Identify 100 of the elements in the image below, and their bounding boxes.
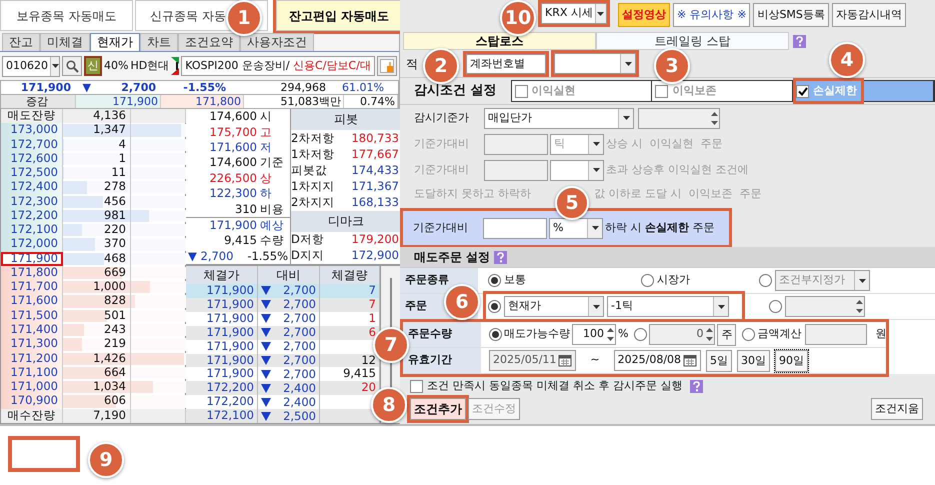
input-field[interactable]	[805, 324, 868, 345]
change-cell: 2,700	[283, 354, 316, 367]
amount-text: 51,083백만	[244, 95, 344, 108]
price-base-dropdown[interactable]: 현재가	[504, 296, 604, 317]
date-field[interactable]: 2025/08/08	[614, 350, 702, 371]
radio-button[interactable]	[488, 300, 501, 313]
section-title: 매도주문 설정	[414, 249, 490, 266]
spin-field[interactable]: 0	[649, 324, 716, 345]
price-caption: 시	[260, 110, 272, 124]
toolbar-button[interactable]: 자동감시내역	[832, 3, 906, 27]
price-cell: 171,900	[186, 354, 258, 368]
caret-icon	[592, 304, 600, 308]
caret-icon	[592, 168, 600, 172]
base-price-dropdown[interactable]: 매입단가	[484, 108, 634, 128]
volume-text: 294,968	[280, 81, 327, 94]
tab[interactable]: 잔고	[2, 33, 40, 51]
down-arrow: ▼	[82, 81, 92, 94]
price-text: 171,900	[76, 95, 161, 108]
caret-icon	[622, 116, 630, 120]
pivot-value: 168,133	[350, 196, 400, 210]
pivot-label: 1차지지	[291, 180, 336, 193]
price-value: 174,600	[209, 110, 257, 124]
calendar-icon	[558, 354, 572, 367]
checkbox[interactable]	[410, 380, 423, 393]
pivot-value: 172,900	[350, 249, 400, 262]
price-offset-dropdown[interactable]: -1틱	[607, 296, 729, 317]
radio-button[interactable]	[634, 328, 648, 341]
radio-label: 매도가능수량	[504, 326, 570, 342]
input-field[interactable]	[483, 218, 547, 238]
pivot-value: 177,667	[350, 148, 400, 161]
price-caption: 예상	[260, 219, 284, 232]
quantity-cell: 370	[63, 237, 131, 252]
bid-total: 7,190	[63, 408, 131, 423]
toolbar-button[interactable]: 비상SMS등록	[753, 3, 829, 27]
condition-text: 상승 시 이익실현 주문	[606, 136, 722, 152]
account-dropdown[interactable]	[554, 53, 636, 74]
tab[interactable]: 미체결	[40, 33, 90, 51]
row-label: 주문수량	[403, 322, 481, 347]
price-text: 171,800	[161, 95, 244, 108]
quantity-cell: 1,034	[63, 380, 131, 394]
checkbox-label: 이익보존	[672, 82, 716, 99]
date-field[interactable]: 2025/05/11	[489, 350, 576, 371]
help-icon[interactable]	[494, 250, 508, 264]
unit-button[interactable]: 주	[717, 324, 736, 346]
radio-button[interactable]	[641, 274, 654, 287]
section-header: 디마크	[291, 210, 401, 232]
row-label: 주문종류	[400, 268, 478, 293]
radio-button[interactable]	[759, 274, 772, 287]
radio-label: 보통	[504, 272, 526, 288]
preset-button[interactable]: 90일	[775, 350, 808, 372]
quantity-cell: 664	[63, 366, 131, 380]
search-button[interactable]	[62, 56, 82, 76]
market-dropdown[interactable]: KRX 시세	[541, 3, 607, 24]
spin-field[interactable]: 100	[572, 324, 616, 345]
radio-button[interactable]	[489, 328, 502, 341]
pivot-value: 180,733	[350, 132, 400, 145]
unit-dropdown[interactable]: %	[549, 218, 603, 238]
checkbox[interactable]	[796, 84, 810, 98]
expected-rate: -1.55%	[247, 250, 288, 263]
tab[interactable]: 사용자조건	[240, 33, 314, 51]
section-title: 감시조건 설정	[414, 82, 497, 100]
tab[interactable]: 차트	[140, 33, 178, 51]
price-cell: 171,200	[1, 352, 63, 366]
help-icon[interactable]	[793, 34, 806, 48]
tab[interactable]: 잔고편입 자동매도	[276, 0, 402, 31]
tab[interactable]: 보유종목 자동매도	[0, 0, 133, 31]
price-cell: 170,900	[1, 394, 63, 409]
price-cell: 172,100	[1, 223, 63, 238]
action-button[interactable]: 조건지움	[871, 398, 923, 420]
change-cell: 2,700	[283, 340, 316, 354]
condition-text: 도달하지 못하고 하락하	[414, 186, 531, 202]
radio-button[interactable]	[742, 328, 756, 341]
tab[interactable]: 트레일링 스탑	[596, 32, 789, 50]
ask-total: 4,136	[63, 109, 131, 124]
price-cell: 172,100	[186, 409, 258, 424]
spin-field[interactable]	[638, 108, 720, 128]
field-label: 적	[406, 56, 418, 72]
chart-button[interactable]	[377, 56, 397, 76]
tab[interactable]: 현재가	[90, 33, 140, 51]
change-rate: -1.55%	[182, 81, 227, 94]
radio-button[interactable]	[769, 300, 782, 313]
condition-text: 하락 시 손실제한 주문	[605, 220, 714, 236]
pivot-label: 1차저항	[291, 148, 336, 161]
radio-label: 시장가	[657, 272, 690, 288]
toolbar-button[interactable]: ※ 유의사항 ※	[673, 3, 750, 27]
radio-button[interactable]	[488, 274, 501, 287]
preset-button[interactable]: 5일	[706, 350, 732, 372]
checkbox-label: 이익실현	[532, 82, 576, 99]
help-icon[interactable]	[690, 380, 704, 393]
tab[interactable]: 스탑로스	[403, 32, 596, 50]
spin-field[interactable]	[785, 296, 865, 317]
price-cell: 172,200	[1, 208, 63, 224]
pivot-label: 2차저항	[291, 132, 336, 145]
tab[interactable]: 조건요약	[178, 33, 240, 51]
price-cell: 172,700	[1, 138, 63, 152]
change-cell: 2,500	[283, 410, 316, 423]
price-caption: 수량	[260, 234, 284, 248]
preset-button[interactable]: 30일	[737, 350, 770, 372]
quantity-cell: 220	[63, 223, 131, 238]
stock-code-dropdown[interactable]: 010620	[2, 56, 60, 76]
